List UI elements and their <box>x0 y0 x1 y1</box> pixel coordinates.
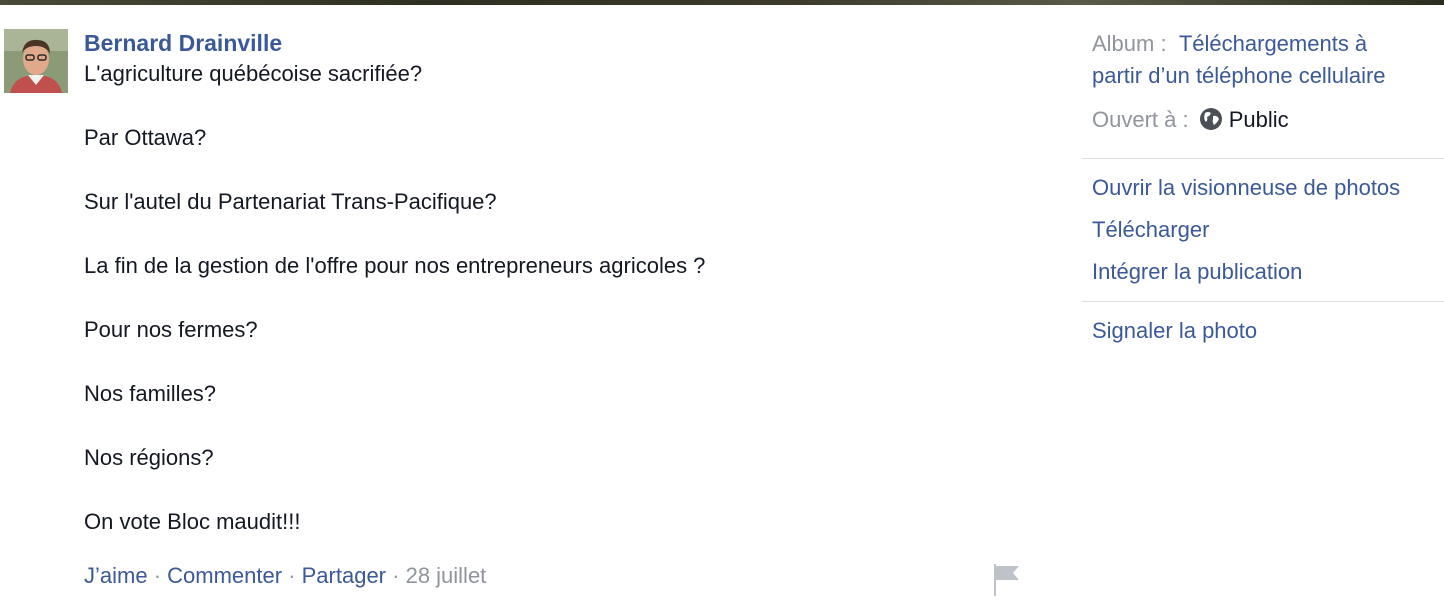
photo-bottom-edge <box>0 0 1444 5</box>
open-photo-viewer-link[interactable]: Ouvrir la visionneuse de photos <box>1092 167 1444 209</box>
post-paragraph: Nos familles? <box>84 381 217 406</box>
post-paragraph: Sur l'autel du Partenariat Trans-Pacifiq… <box>84 189 497 214</box>
comment-link[interactable]: Commenter <box>167 563 282 588</box>
audience-label: Ouvert à : <box>1092 107 1189 132</box>
share-link[interactable]: Partager <box>302 563 386 588</box>
embed-post-link[interactable]: Intégrer la publication <box>1092 251 1444 293</box>
avatar-image <box>4 29 68 93</box>
album-label: Album : <box>1092 31 1167 56</box>
download-link[interactable]: Télécharger <box>1092 209 1444 251</box>
post-paragraph: La fin de la gestion de l'offre pour nos… <box>84 253 706 278</box>
globe-icon[interactable] <box>1199 107 1223 131</box>
album-name-line1: Téléchargements à <box>1178 31 1368 56</box>
like-link[interactable]: J’aime <box>84 563 148 588</box>
author-name[interactable]: Bernard Drainville <box>84 28 1004 58</box>
post-paragraph: On vote Bloc maudit!!! <box>84 509 301 534</box>
audience-info: Ouvert à : Public <box>1082 104 1444 136</box>
report-photo-link[interactable]: Signaler la photo <box>1092 310 1444 352</box>
album-name-line2: partir d’un téléphone cellulaire <box>1092 63 1386 88</box>
post-text: L'agriculture québécoise sacrifiée? Par … <box>84 58 1004 538</box>
action-separator: · <box>147 563 168 588</box>
audience-value: Public <box>1228 107 1289 132</box>
post-paragraph: L'agriculture québécoise sacrifiée? <box>84 61 423 86</box>
post-actions: J’aime · Commenter · Partager · 28 juill… <box>84 562 486 590</box>
photo-actions-list: Ouvrir la visionneuse de photos Téléchar… <box>1082 159 1444 301</box>
action-separator: · <box>282 563 302 588</box>
photo-sidebar: Album : Téléchargements à partir d’un tél… <box>1082 28 1444 352</box>
author-avatar[interactable] <box>4 29 68 93</box>
post-date[interactable]: 28 juillet <box>406 563 487 588</box>
album-info: Album : Téléchargements à partir d’un tél… <box>1082 28 1444 92</box>
action-separator: · <box>386 563 406 588</box>
post-paragraph: Nos régions? <box>84 445 214 470</box>
report-section: Signaler la photo <box>1082 302 1444 352</box>
flag-icon[interactable] <box>992 562 1022 596</box>
post-content: Bernard Drainville L'agriculture québéco… <box>84 28 1004 538</box>
post-paragraph: Par Ottawa? <box>84 125 207 150</box>
post-paragraph: Pour nos fermes? <box>84 317 258 342</box>
